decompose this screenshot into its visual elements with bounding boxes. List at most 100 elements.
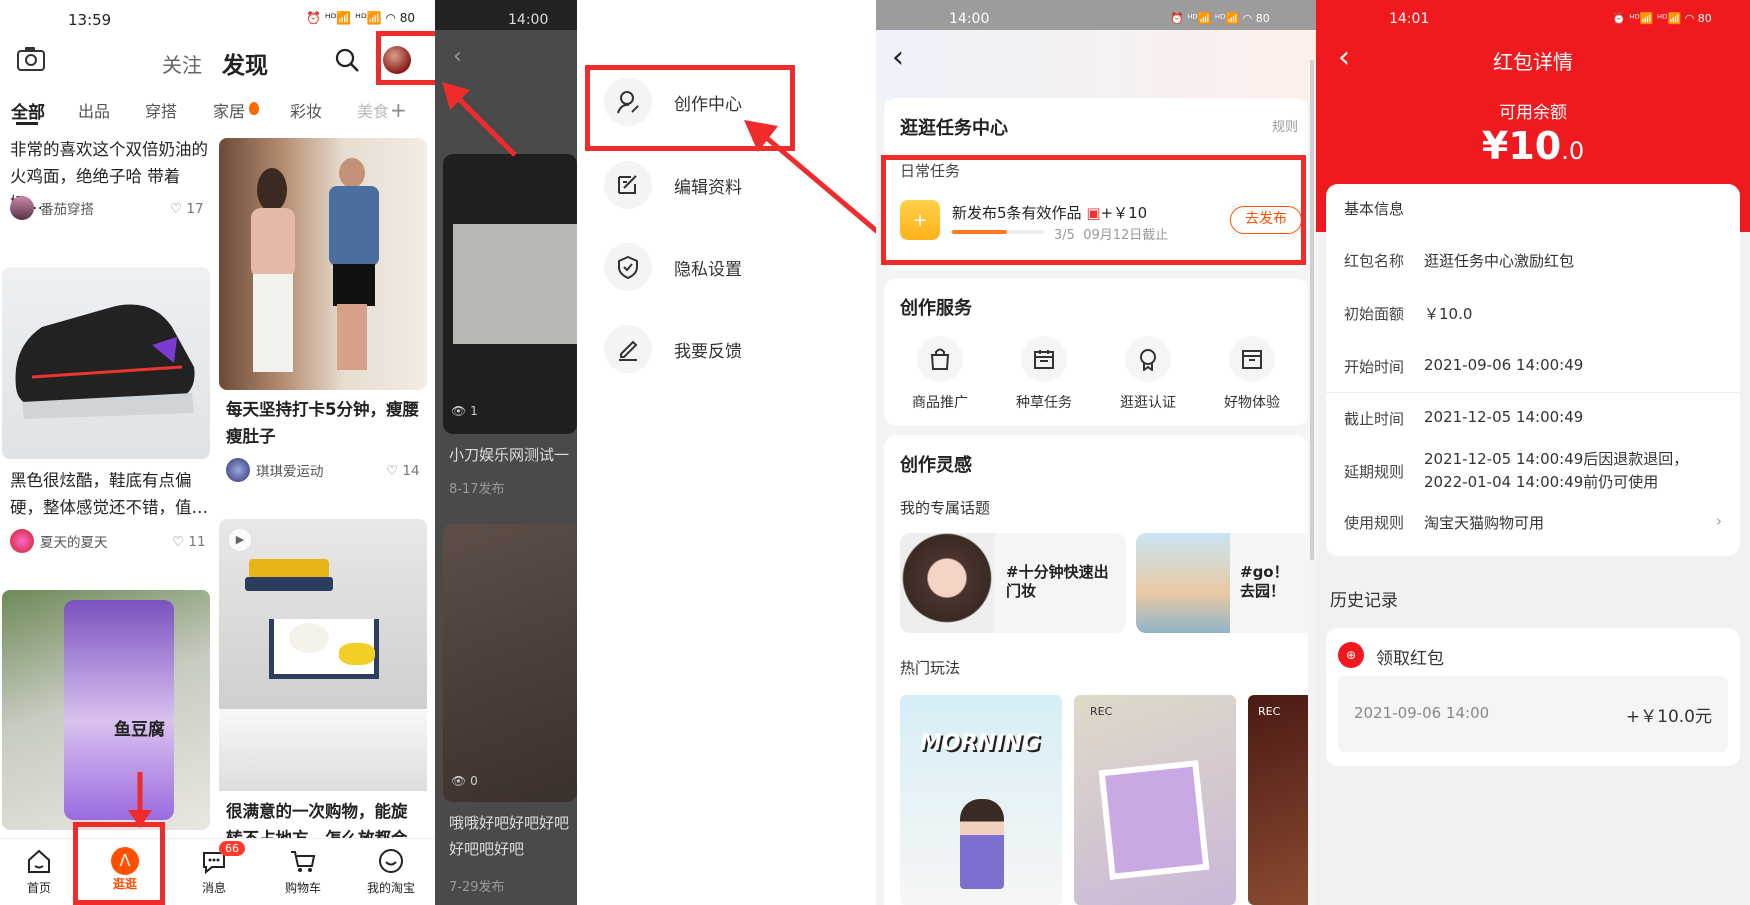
chevron-right-icon: › [1716,512,1722,530]
usage-rules-row[interactable]: 使用规则 淘宝天猫购物可用 › [1344,512,1722,533]
tabbar-home[interactable]: 首页 [18,847,60,896]
section-title: 基本信息 [1344,200,1405,218]
card-caption: 黑色很炫酷，鞋底有点偏硬，整体感觉还不错，值… [10,471,208,517]
tabbar-label: 购物车 [284,881,321,895]
work-title: 哦哦好吧好吧好吧好吧吧好吧 [449,814,570,858]
profile-icon [379,849,403,873]
menu-item-feedback[interactable]: 我要反馈 [604,325,742,373]
service-product-promotion[interactable]: 商品推广 [900,336,980,412]
page-title: 红包详情 [1493,50,1573,74]
history-card: ⊕ 领取红包 2021-09-06 14:00 +￥10.0元 [1326,628,1740,766]
hot-label: 热门玩法 [900,659,961,677]
search-icon[interactable] [334,47,360,77]
work-thumbnail[interactable]: 👁 1 [443,154,577,434]
avatar [10,196,34,220]
tabbar-my-taobao[interactable]: 我的淘宝 [360,847,422,896]
category-tab[interactable]: 家居 [213,98,245,122]
arrow-annotation [128,772,152,828]
feed-card[interactable]: 非常的喜欢这个双倍奶油的火鸡面，绝绝子哈 带着奶… 番茄穿搭 ♡ 17 [0,130,212,230]
highlight-daily-task [881,155,1306,265]
sneaker-image[interactable] [2,267,210,459]
tabbar-label: 我的淘宝 [366,881,415,895]
history-title: 历史记录 [1330,591,1398,611]
tabbar-label: 首页 [26,881,51,895]
category-tabs: 全部 出品 穿搭 家居 彩妆 美食 + [0,98,435,128]
info-row: 初始面额 ￥10.0 [1344,305,1473,323]
scrollbar[interactable] [1310,60,1314,560]
bottom-tabbar: 首页 ᐱ 逛逛 消息 66 购物车 我的淘宝 [0,838,435,905]
cart-icon [291,851,316,872]
category-tab[interactable]: 美食 [357,98,389,122]
exercise-image[interactable] [219,138,427,390]
template-card[interactable]: REC [1074,695,1236,905]
history-entry: 2021-09-06 14:00 +￥10.0元 [1338,676,1728,752]
topic-card[interactable]: #十分钟快速出门妆 [900,533,1126,633]
author-name: 琪琪爱运动 [256,464,324,480]
back-icon[interactable]: ‹ [453,44,462,69]
category-tab-all[interactable]: 全部 [11,98,45,123]
product-label: 鱼豆腐 [114,720,165,740]
balance-amount: ¥10.0 [1481,124,1585,168]
category-tab[interactable]: 出品 [78,98,110,122]
menu-item-edit-profile[interactable]: 编辑资料 [604,161,742,209]
box-icon [1229,336,1275,382]
author-name: 番茄穿搭 [40,202,94,218]
service-certification[interactable]: 逛逛认证 [1108,336,1188,412]
category-tab[interactable]: 穿搭 [145,98,177,122]
history-time: 2021-09-06 14:00 [1354,704,1490,722]
rules-link[interactable]: 规则 [1272,116,1298,135]
inspiration-card: 创作灵感 我的专属话题 #十分钟快速出门妆 #go！去园！ 热门玩法 MORNI… [884,435,1308,905]
active-tab-underline [16,122,38,125]
tabbar-label: 消息 [201,881,226,895]
view-count: 👁 1 [451,404,478,418]
snack-image[interactable]: 鱼豆腐 [2,590,210,830]
camera-icon[interactable] [16,46,46,76]
add-category-icon[interactable]: + [390,98,407,122]
info-row: 截止时间 2021-12-05 14:00:49 [1344,408,1584,428]
service-seeding-task[interactable]: 种草任务 [1004,336,1084,412]
template-title: REC [1258,705,1281,718]
author-name: 夏天的夏天 [40,535,108,551]
card-caption: 每天坚持打卡5分钟，瘦腰瘦肚子 [226,400,419,446]
like-number: 17 [186,201,204,217]
like-count[interactable]: ♡ 14 [386,463,420,479]
badge-icon [1125,336,1171,382]
service-label: 种草任务 [1016,395,1072,411]
view-count: 👁 0 [451,774,478,788]
work-thumbnail[interactable]: 👁 0 [443,524,577,802]
category-tab[interactable]: 彩妆 [290,98,322,122]
avatar [10,529,34,553]
highlight-guangguang [73,822,165,905]
info-row: 红包名称 逛逛任务中心激励红包 [1344,252,1575,270]
status-time: 14:00 [508,12,549,28]
discover-screen: 13:59 ⏰ ᴴᴰ📶 ᴴᴰ📶 ◠ 80 关注 发现 全部 出品 穿搭 家居 彩… [0,0,435,905]
card-author: 琪琪爱运动 [226,458,324,482]
task-center-screen: 14:00 ⏰ ᴴᴰ📶 ᴴᴰ📶 ◠ 80 ‹ 逛逛任务中心 规则 日常任务 + … [876,0,1316,905]
tab-follow[interactable]: 关注 [162,49,202,78]
service-label: 逛逛认证 [1120,395,1176,411]
like-count[interactable]: ♡ 11 [172,534,206,550]
menu-label: 编辑资料 [674,177,742,198]
work-date: 8-17发布 [449,482,505,497]
message-badge: 66 [219,841,245,856]
template-card[interactable]: MORNING [900,695,1062,905]
arrow-annotation [442,82,517,157]
red-packet-icon: ⊕ [1338,642,1364,668]
template-card[interactable]: REC [1248,695,1308,905]
like-count[interactable]: ♡ 17 [170,201,204,217]
topic-card[interactable]: #go！去园！ [1136,533,1308,633]
service-label: 好物体验 [1224,395,1280,411]
red-packet-detail-screen: 14:01 ⏰ ᴴᴰ📶 ᴴᴰ📶 ◠ 80 ‹ 红包详情 可用余额 ¥10.0 基… [1316,0,1750,905]
bag-icon [917,336,963,382]
tabbar-messages[interactable]: 消息 66 [193,841,245,896]
tab-discover[interactable]: 发现 [222,46,268,80]
service-product-trial[interactable]: 好物体验 [1212,336,1292,412]
card-author: 夏天的夏天 [10,529,108,553]
tabbar-cart[interactable]: 购物车 [282,847,324,896]
status-time: 14:01 [1389,11,1430,27]
menu-item-privacy[interactable]: 隐私设置 [604,243,742,291]
creator-services-card: 创作服务 商品推广 种草任务 逛逛认证 好物体验 [884,278,1308,426]
back-icon[interactable]: ‹ [892,40,904,75]
soap-dish-image[interactable]: ▶ [219,519,427,791]
work-date: 7-29发布 [449,880,505,895]
